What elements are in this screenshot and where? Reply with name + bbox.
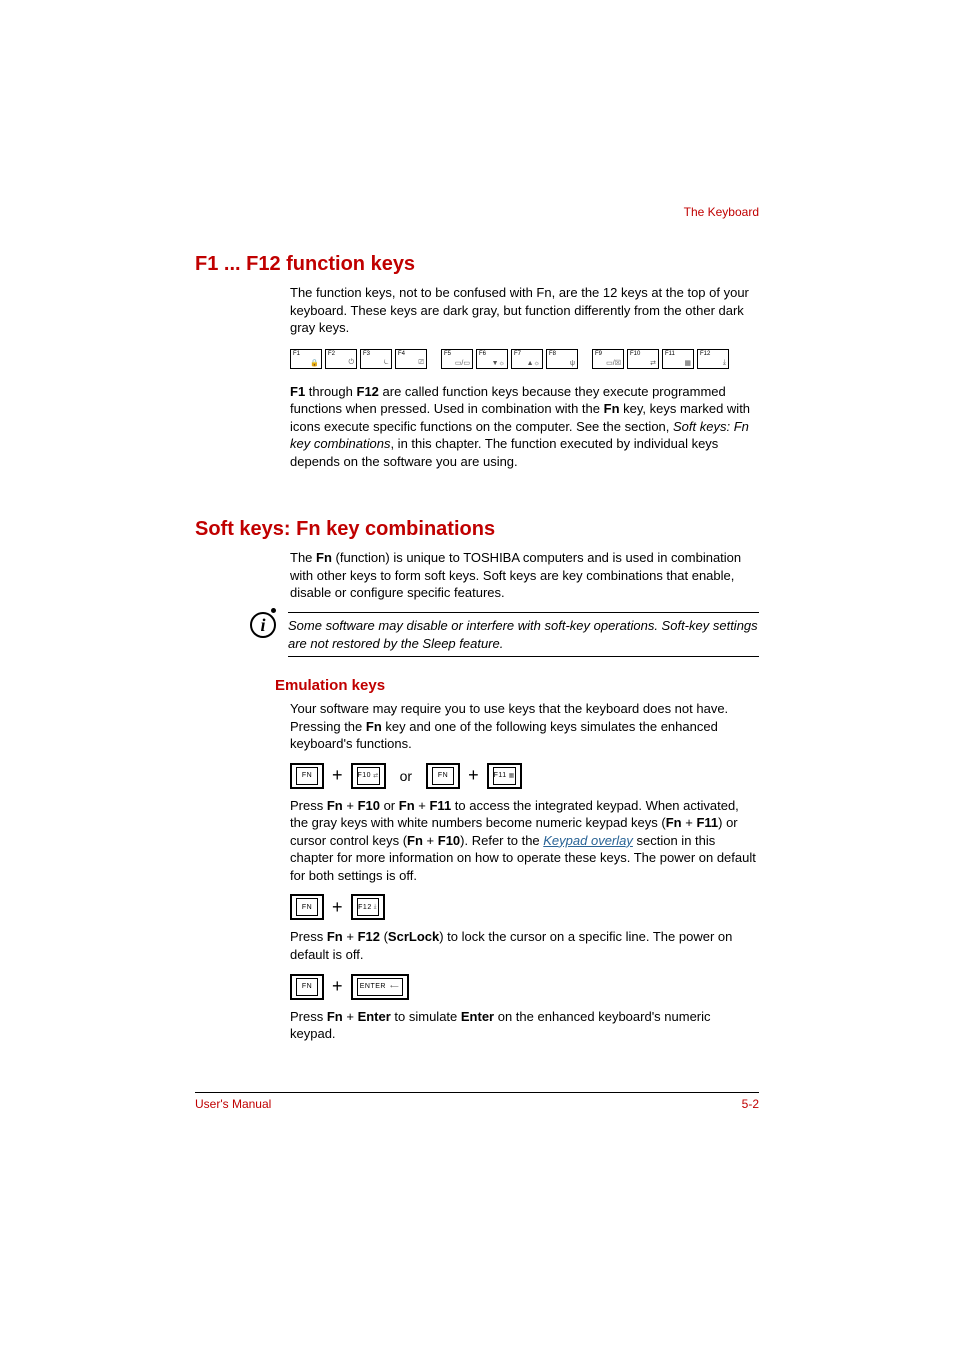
function-key-row-figure: F1🔒 F2⏻ F3⏾ F4⎚ F5▭/▭ F6▼☼ F7▲☼ F8ψ F9▭/… xyxy=(290,349,759,369)
key-f6: F6▼☼ xyxy=(476,349,508,369)
info-icon: i xyxy=(250,612,276,638)
key-f3: F3⏾ xyxy=(360,349,392,369)
page-footer: User's Manual 5-2 xyxy=(195,1092,759,1111)
plus-icon: + xyxy=(332,976,343,997)
key-combo-fn-enter: FN + ENTER ⟵ xyxy=(290,974,759,1000)
key-f12: F12⤓ xyxy=(697,349,729,369)
key-combo-fn-f12: FN + F12⤓ xyxy=(290,894,759,920)
footer-title: User's Manual xyxy=(195,1097,271,1111)
paragraph: The Fn (function) is unique to TOSHIBA c… xyxy=(290,549,759,602)
paragraph: Press Fn + F12 (ScrLock) to lock the cur… xyxy=(290,928,759,963)
or-text: or xyxy=(400,768,412,784)
key-f4: F4⎚ xyxy=(395,349,427,369)
heading-soft-keys: Soft keys: Fn key combinations xyxy=(195,518,759,541)
plus-icon: + xyxy=(332,897,343,918)
keycap-f10: F10⇄ xyxy=(351,763,386,789)
key-f2: F2⏻ xyxy=(325,349,357,369)
running-header: The Keyboard xyxy=(684,205,759,219)
heading-emulation-keys: Emulation keys xyxy=(275,677,759,694)
keycap-fn: FN xyxy=(290,894,324,920)
key-f10: F10⇄ xyxy=(627,349,659,369)
keycap-fn: FN xyxy=(290,974,324,1000)
note-text: Some software may disable or interfere w… xyxy=(288,612,759,657)
keycap-f12: F12⤓ xyxy=(351,894,385,920)
page: The Keyboard F1 ... F12 function keys Th… xyxy=(0,0,954,1351)
paragraph: Press Fn + Enter to simulate Enter on th… xyxy=(290,1008,759,1043)
paragraph: Your software may require you to use key… xyxy=(290,700,759,753)
key-combo-fn-f10-f11: FN + F10⇄ or FN + F11▦ xyxy=(290,763,759,789)
plus-icon: + xyxy=(468,765,479,786)
paragraph: The function keys, not to be confused wi… xyxy=(290,284,759,337)
paragraph: Press Fn + F10 or Fn + F11 to access the… xyxy=(290,797,759,885)
key-f9: F9▭/☒ xyxy=(592,349,624,369)
key-f8: F8ψ xyxy=(546,349,578,369)
key-f11: F11▦ xyxy=(662,349,694,369)
key-f7: F7▲☼ xyxy=(511,349,543,369)
paragraph: F1 through F12 are called function keys … xyxy=(290,383,759,471)
keycap-fn: FN xyxy=(426,763,460,789)
keycap-fn: FN xyxy=(290,763,324,789)
keypad-overlay-link[interactable]: Keypad overlay xyxy=(543,833,633,848)
note-block: i Some software may disable or interfere… xyxy=(250,612,759,657)
plus-icon: + xyxy=(332,765,343,786)
page-number: 5-2 xyxy=(742,1097,759,1111)
keycap-f11: F11▦ xyxy=(487,763,522,789)
key-f1: F1🔒 xyxy=(290,349,322,369)
keycap-enter: ENTER ⟵ xyxy=(351,974,409,1000)
heading-f1-f12: F1 ... F12 function keys xyxy=(195,253,759,276)
key-f5: F5▭/▭ xyxy=(441,349,473,369)
